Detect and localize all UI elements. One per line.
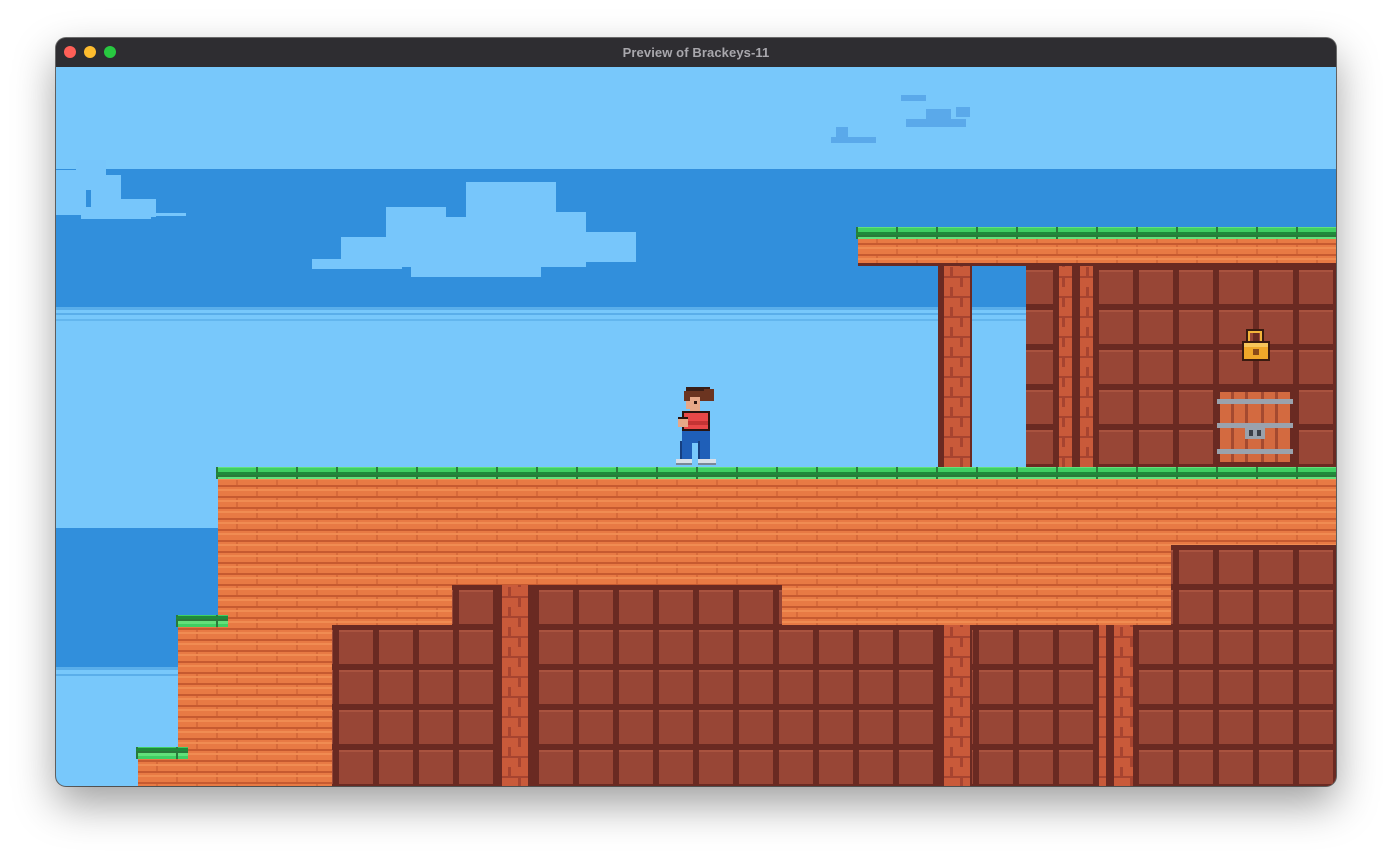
- grass-ledge: [856, 227, 1336, 239]
- pillar: [1059, 264, 1093, 467]
- locked-door[interactable]: [1217, 389, 1293, 465]
- main-ground: [216, 467, 1336, 786]
- game-viewport[interactable]: [56, 67, 1336, 786]
- left-step-upper: [176, 615, 332, 786]
- game-scene: [56, 67, 1336, 786]
- pillar: [499, 585, 533, 786]
- pillar: [938, 625, 972, 786]
- window-title: Preview of Brackeys-11: [622, 45, 770, 60]
- title-bar[interactable]: Preview of Brackeys-11: [56, 38, 1336, 68]
- pillar: [1099, 625, 1133, 786]
- pillar: [938, 264, 972, 467]
- left-step-lower: [136, 747, 188, 786]
- grass-ledge: [216, 467, 1336, 479]
- game-preview-window: Preview of Brackeys-11: [56, 38, 1336, 786]
